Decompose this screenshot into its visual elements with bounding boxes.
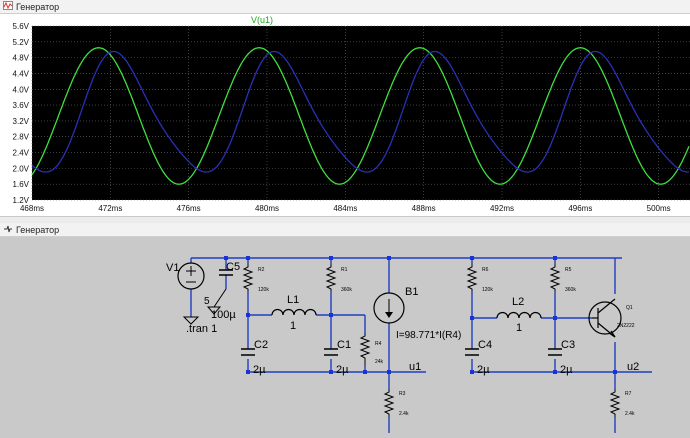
x-tick-label: 472ms — [98, 204, 122, 213]
chart-svg: 5.6V 5.2V 4.8V 4.4V 4.0V 3.6V 3.2V 2.8V 2.4V 2.0V… — [13, 15, 690, 213]
y-tick-label: 4.0V — [13, 85, 30, 94]
r7-value: 2.4k — [625, 411, 635, 417]
x-tick-label: 480ms — [255, 204, 279, 213]
schematic-window-titlebar[interactable]: Генератор — [0, 223, 690, 237]
capacitor-c5[interactable] — [206, 269, 233, 315]
net-label-u2: u2 — [627, 361, 639, 373]
v1-label: V1 — [166, 262, 179, 274]
c2-label: C2 — [254, 339, 268, 351]
c5-value: 100µ — [211, 309, 236, 321]
r3-label: R3 — [399, 391, 406, 397]
schematic-icon — [3, 224, 13, 235]
waveform-plot[interactable]: 5.6V 5.2V 4.8V 4.4V 4.0V 3.6V 3.2V 2.8V 2.4V 2.0V… — [0, 14, 690, 216]
x-tick-label: 484ms — [333, 204, 357, 213]
transistor-q1[interactable] — [588, 298, 622, 338]
r4-label: R4 — [375, 341, 382, 347]
y-tick-label: 2.8V — [13, 133, 30, 142]
r4-value: 24k — [375, 359, 384, 365]
x-tick-label: 476ms — [177, 204, 201, 213]
y-tick-label: 3.6V — [13, 101, 30, 110]
r2-value: 120k — [258, 287, 269, 293]
r1-value: 360k — [341, 287, 352, 293]
schematic-window-title: Генератор — [16, 224, 60, 235]
x-tick-label: 468ms — [20, 204, 44, 213]
plot-window-title: Генератор — [16, 1, 60, 12]
x-tick-label: 496ms — [568, 204, 592, 213]
c1-label: C1 — [337, 339, 351, 351]
y-tick-label: 1.6V — [13, 180, 30, 189]
r6-label: R6 — [482, 267, 489, 273]
tran-directive[interactable]: .tran 1 — [186, 323, 217, 335]
x-tick-label: 488ms — [412, 204, 436, 213]
b1-expression: I=98.771*I(R4) — [396, 330, 461, 341]
y-tick-label: 3.2V — [13, 117, 30, 126]
window-separator — [0, 216, 690, 223]
capacitor-symbols — [241, 348, 562, 356]
c2-value: 2µ — [253, 364, 266, 376]
r6-value: 120k — [482, 287, 493, 293]
plot-window-titlebar[interactable]: Генератор — [0, 0, 690, 14]
current-source-b1[interactable] — [373, 292, 405, 324]
y-tick-label: 2.4V — [13, 149, 30, 158]
inductor-symbols — [271, 308, 542, 319]
c3-label: C3 — [561, 339, 575, 351]
waveform-icon — [3, 1, 13, 12]
y-tick-label: 4.8V — [13, 54, 30, 63]
l2-value: 1 — [516, 322, 522, 334]
r2-label: R2 — [258, 267, 265, 273]
trace-label: V(u1) — [251, 15, 273, 25]
c4-label: C4 — [478, 339, 492, 351]
schematic-canvas[interactable]: V1 5 C5 100µ .tran 1 R2 120k R1 360k L1 … — [0, 237, 690, 438]
c5-label: C5 — [226, 261, 240, 273]
y-tick-label: 5.6V — [13, 22, 30, 31]
c1-value: 2µ — [336, 364, 349, 376]
net-label-u1: u1 — [409, 361, 421, 373]
l2-label: L2 — [512, 296, 524, 308]
l1-label: L1 — [287, 294, 299, 306]
y-tick-label: 2.0V — [13, 164, 30, 173]
voltage-source-v1[interactable] — [177, 262, 205, 290]
r3-value: 2.4k — [399, 411, 409, 417]
r5-value: 360k — [565, 287, 576, 293]
y-tick-label: 4.4V — [13, 69, 30, 78]
c3-value: 2µ — [560, 364, 573, 376]
x-tick-label: 492ms — [490, 204, 514, 213]
r5-label: R5 — [565, 267, 572, 273]
q1-label: Q1 — [626, 305, 633, 311]
r1-label: R1 — [341, 267, 348, 273]
b1-label: B1 — [405, 286, 418, 298]
y-tick-label: 5.2V — [13, 38, 30, 47]
r7-label: R7 — [625, 391, 632, 397]
v1-value: 5 — [204, 296, 210, 307]
c4-value: 2µ — [477, 364, 490, 376]
l1-value: 1 — [290, 320, 296, 332]
q1-model: 2N2222 — [617, 323, 635, 329]
x-tick-label: 500ms — [647, 204, 671, 213]
